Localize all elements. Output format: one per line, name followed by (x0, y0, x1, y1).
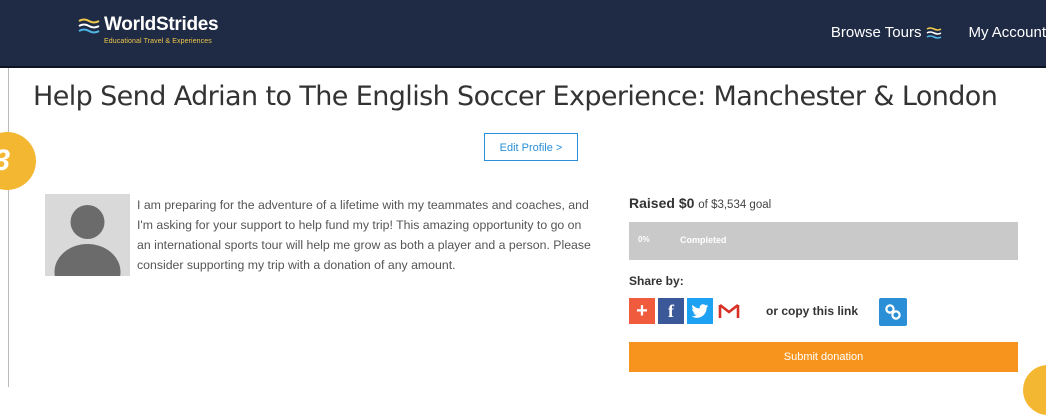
brand-name: WorldStrides (104, 14, 219, 35)
share-label: Share by: (629, 274, 684, 288)
story-text: I am preparing for the adventure of a li… (137, 198, 591, 272)
waves-logo-icon (78, 18, 100, 34)
avatar-spacer (45, 195, 137, 273)
raised-label: Raised (629, 195, 675, 211)
raised-amount: $0 (678, 195, 695, 211)
top-navigation-bar: WorldStrides Educational Travel & Experi… (0, 0, 1046, 68)
browse-tours-link[interactable]: Browse Tours (831, 24, 943, 41)
corner-badge (1023, 365, 1046, 415)
main-nav: Browse Tours My Account (831, 24, 1046, 41)
brand-tagline: Educational Travel & Experiences (104, 38, 212, 45)
facebook-icon[interactable]: f (658, 298, 684, 324)
step-number-badge: 3 (0, 132, 36, 190)
copy-link-icon[interactable] (879, 298, 907, 326)
raised-summary: Raised $0 of $3,534 goal (629, 195, 771, 211)
progress-percent: 0% (638, 235, 650, 244)
waves-menu-icon (927, 27, 942, 39)
copy-link-text: or copy this link (766, 304, 859, 318)
progress-bar: 0% Completed (629, 222, 1018, 260)
page-title: Help Send Adrian to The English Soccer E… (33, 81, 998, 112)
goal-text: of $3,534 goal (698, 199, 772, 211)
browse-tours-label: Browse Tours (830, 24, 922, 41)
progress-status: Completed (680, 235, 727, 245)
submit-donation-button[interactable]: Submit donation (629, 342, 1018, 372)
add-share-icon[interactable]: + (629, 298, 655, 324)
gmail-icon[interactable] (716, 298, 742, 324)
edit-profile-button[interactable]: Edit Profile > (484, 133, 578, 161)
story-text-block: I am preparing for the adventure of a li… (45, 195, 595, 275)
my-account-link[interactable]: My Account (968, 24, 1046, 41)
page-left-border (8, 68, 9, 387)
twitter-icon[interactable] (687, 298, 713, 324)
